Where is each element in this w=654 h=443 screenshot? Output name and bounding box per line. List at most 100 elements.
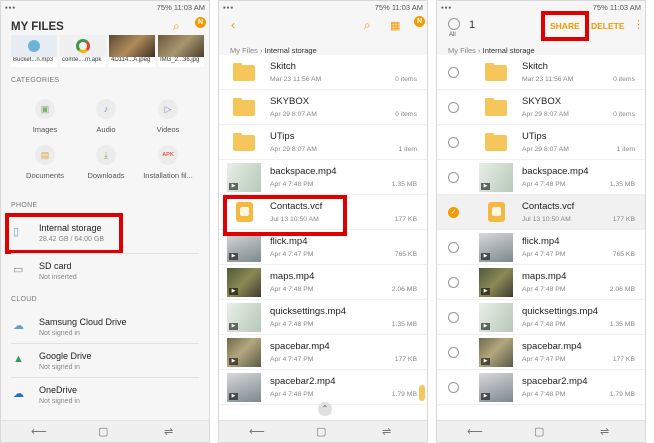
home-button[interactable]: ▢ bbox=[534, 425, 544, 438]
google-drive-item[interactable]: ▲ Google Drive Not signed in bbox=[1, 345, 209, 377]
back-button[interactable]: ⟵ bbox=[31, 425, 47, 438]
video-thumbnail: ▶ bbox=[227, 268, 261, 297]
category-documents[interactable]: ▤ Documents bbox=[15, 145, 75, 180]
grid-view-icon[interactable]: ▦ bbox=[390, 19, 400, 32]
category-installation-files[interactable]: APK Installation fil... bbox=[138, 145, 198, 180]
play-icon: ▶ bbox=[229, 358, 238, 365]
radio-button[interactable] bbox=[448, 67, 459, 78]
select-all-checkbox[interactable] bbox=[448, 18, 460, 30]
file-size: 1.35 MB bbox=[391, 321, 417, 328]
file-date: Apr 4 7:47 PM bbox=[270, 356, 314, 363]
file-row[interactable]: ▶ quicksettings.mp4 Apr 4 7:48 PM 1.35 MB bbox=[437, 300, 645, 335]
delete-button[interactable]: DELETE bbox=[591, 21, 625, 31]
recents-button[interactable]: ⇌ bbox=[600, 425, 609, 438]
file-row[interactable]: ▶ spacebar2.mp4 Apr 4 7:48 PM 1.79 MB bbox=[219, 370, 427, 405]
recents-button[interactable]: ⇌ bbox=[382, 425, 391, 438]
radio-button[interactable] bbox=[448, 137, 459, 148]
radio-button[interactable] bbox=[448, 277, 459, 288]
recent-files-strip: Bucket...n.mp3 comte....m.apk 4D114...A.… bbox=[11, 35, 207, 67]
file-name: backspace.mp4 bbox=[522, 166, 589, 177]
divider bbox=[11, 377, 199, 378]
category-videos[interactable]: ▷ Videos bbox=[138, 99, 198, 134]
internal-storage-screen: ▪▪▪ 75% 11:03 AM ‹ ⌕ ▦ N My Files › Inte… bbox=[218, 0, 428, 443]
file-row[interactable]: Skitch Mar 23 11:56 AM 0 items bbox=[219, 55, 427, 90]
scroll-up-icon[interactable]: ⌃ bbox=[318, 402, 332, 416]
recent-file-thumb[interactable]: IMG_2...36.jpg bbox=[158, 35, 204, 67]
file-row[interactable]: ✓ Contacts.vcf Jul 13 10:50 AM 177 KB bbox=[437, 195, 645, 230]
contact-card-icon bbox=[479, 198, 513, 227]
file-name: Skitch bbox=[522, 61, 548, 72]
play-icon: ▶ bbox=[229, 183, 238, 190]
recent-file-name: IMG_2...36.jpg bbox=[158, 57, 204, 67]
category-downloads[interactable]: ⤓ Downloads bbox=[76, 145, 136, 180]
file-size: 1.35 MB bbox=[609, 321, 635, 328]
file-row[interactable]: ▶ maps.mp4 Apr 4 7:48 PM 2.06 MB bbox=[437, 265, 645, 300]
radio-button[interactable] bbox=[448, 347, 459, 358]
image-icon: ▣ bbox=[35, 99, 55, 119]
file-row[interactable]: ▶ quicksettings.mp4 Apr 4 7:48 PM 1.35 MB bbox=[219, 300, 427, 335]
file-row[interactable]: ▶ maps.mp4 Apr 4 7:48 PM 2.06 MB bbox=[219, 265, 427, 300]
samsung-cloud-item[interactable]: ☁ Samsung Cloud Drive Not signed in bbox=[1, 311, 209, 343]
radio-button[interactable] bbox=[448, 382, 459, 393]
sd-card-item[interactable]: ▭ SD card Not inserted bbox=[1, 255, 209, 287]
category-audio[interactable]: ♪ Audio bbox=[76, 99, 136, 134]
select-all-label: All bbox=[449, 32, 456, 38]
file-name: backspace.mp4 bbox=[270, 166, 337, 177]
clock: 11:03 AM bbox=[609, 3, 641, 12]
file-row[interactable]: ▶ spacebar.mp4 Apr 4 7:47 PM 177 KB bbox=[437, 335, 645, 370]
onedrive-item[interactable]: ☁ OneDrive Not signed in bbox=[1, 379, 209, 411]
recent-file-thumb[interactable]: 4D114...A.jpeg bbox=[109, 35, 155, 67]
file-list: Skitch Mar 23 11:56 AM 0 items SKYBOX Apr 29… bbox=[437, 55, 645, 420]
notification-badge[interactable]: N bbox=[414, 16, 425, 27]
radio-button[interactable] bbox=[448, 312, 459, 323]
file-size: 1.35 MB bbox=[391, 181, 417, 188]
back-button[interactable]: ⟵ bbox=[249, 425, 265, 438]
file-row[interactable]: ▶ spacebar2.mp4 Apr 4 7:48 PM 1.79 MB bbox=[437, 370, 645, 405]
recent-file-thumb[interactable]: comte....m.apk bbox=[60, 35, 106, 67]
breadcrumb-root[interactable]: My Files bbox=[230, 46, 258, 55]
scrollbar-handle[interactable] bbox=[419, 385, 425, 401]
cloud-title: OneDrive bbox=[39, 385, 78, 395]
file-date: Apr 4 7:48 PM bbox=[522, 321, 566, 328]
back-button[interactable]: ⟵ bbox=[467, 425, 483, 438]
file-row[interactable]: ▶ spacebar.mp4 Apr 4 7:47 PM 177 KB bbox=[219, 335, 427, 370]
file-name: flick.mp4 bbox=[522, 236, 560, 247]
highlight-box bbox=[5, 213, 123, 254]
file-date: Jul 13 10:50 AM bbox=[522, 216, 571, 223]
radio-button[interactable] bbox=[448, 242, 459, 253]
back-arrow-icon[interactable]: ‹ bbox=[231, 18, 235, 32]
notification-icons: ▪▪▪ bbox=[5, 3, 16, 12]
home-button[interactable]: ▢ bbox=[316, 425, 326, 438]
file-row[interactable]: SKYBOX Apr 29 8:07 AM 0 items bbox=[219, 90, 427, 125]
video-thumbnail: ▶ bbox=[227, 233, 261, 262]
recent-file-thumb[interactable]: Bucket...n.mp3 bbox=[11, 35, 57, 67]
search-icon[interactable]: ⌕ bbox=[364, 18, 371, 33]
file-row[interactable]: SKYBOX Apr 29 8:07 AM 0 items bbox=[437, 90, 645, 125]
radio-button[interactable] bbox=[448, 102, 459, 113]
more-options-icon[interactable]: ⋮ bbox=[633, 18, 644, 31]
file-size: 0 items bbox=[613, 76, 635, 83]
breadcrumb-root[interactable]: My Files bbox=[448, 46, 476, 55]
file-row[interactable]: ▶ flick.mp4 Apr 4 7:47 PM 765 KB bbox=[437, 230, 645, 265]
file-size: 1.35 MB bbox=[609, 181, 635, 188]
cloud-status: Not signed in bbox=[39, 364, 80, 371]
sd-card-status: Not inserted bbox=[39, 274, 77, 281]
file-row[interactable]: Skitch Mar 23 11:56 AM 0 items bbox=[437, 55, 645, 90]
file-row[interactable]: UTips Apr 29 8:07 AM 1 item bbox=[219, 125, 427, 160]
home-button[interactable]: ▢ bbox=[98, 425, 108, 438]
file-name: quicksettings.mp4 bbox=[270, 306, 347, 317]
file-row[interactable]: ▶ backspace.mp4 Apr 4 7:48 PM 1.35 MB bbox=[219, 160, 427, 195]
radio-button[interactable] bbox=[448, 172, 459, 183]
checked-radio-icon[interactable]: ✓ bbox=[448, 207, 459, 218]
recents-button[interactable]: ⇌ bbox=[164, 425, 173, 438]
file-row[interactable]: ▶ backspace.mp4 Apr 4 7:48 PM 1.35 MB bbox=[437, 160, 645, 195]
notification-badge[interactable]: N bbox=[195, 17, 206, 28]
video-thumbnail: ▶ bbox=[479, 373, 513, 402]
category-images[interactable]: ▣ Images bbox=[15, 99, 75, 134]
file-name: spacebar.mp4 bbox=[270, 341, 330, 352]
video-thumbnail: ▶ bbox=[479, 303, 513, 332]
search-icon[interactable]: ⌕ bbox=[173, 19, 180, 34]
play-icon: ▶ bbox=[229, 323, 238, 330]
clock: 11:03 AM bbox=[391, 3, 423, 12]
file-row[interactable]: UTips Apr 29 8:07 AM 1 item bbox=[437, 125, 645, 160]
